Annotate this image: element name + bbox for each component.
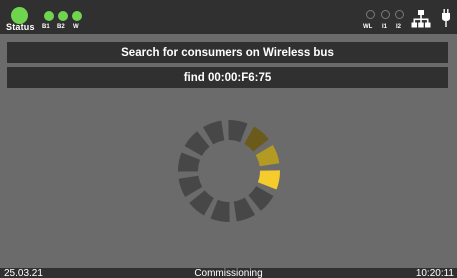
b1-indicator-icon (44, 11, 54, 21)
spinner-segment (178, 175, 203, 198)
footer-mode: Commissioning (194, 268, 263, 278)
b1-label: B1 (42, 24, 50, 30)
wl-indicator-icon (366, 10, 375, 19)
b2-indicator-icon (58, 11, 68, 21)
wl-label: WL (363, 24, 373, 30)
spinner-segment (255, 144, 280, 167)
w-label: W (73, 24, 79, 30)
w-indicator-icon (72, 11, 82, 21)
i1-label: I1 (382, 24, 388, 30)
top-status-bar: Status B1 B2 W WL I1 I2 (0, 0, 457, 34)
i1-indicator-icon (381, 10, 390, 19)
spinner-segment (257, 170, 281, 190)
spinner-segment (228, 119, 248, 143)
spinner-segment (248, 186, 274, 211)
loading-spinner-icon (177, 119, 281, 223)
find-message-banner: find 00:00:F6:75 (7, 67, 448, 88)
b2-label: B2 (57, 24, 65, 30)
spinner-segment (177, 152, 201, 172)
spinner-segment (244, 126, 269, 152)
spinner-segment (202, 120, 225, 145)
spinner-segment (184, 131, 210, 156)
spinner-segment (210, 199, 230, 223)
footer-bar: 25.03.21 Commissioning 10:20:11 (0, 268, 457, 278)
status-label: Status (6, 22, 35, 32)
search-message-banner: Search for consumers on Wireless bus (7, 42, 448, 63)
network-icon[interactable] (411, 9, 431, 29)
spinner-segment (189, 190, 214, 216)
plug-icon[interactable] (441, 9, 451, 27)
i2-label: I2 (396, 24, 402, 30)
spinner-segment (233, 197, 256, 222)
i2-indicator-icon (395, 10, 404, 19)
footer-time: 10:20:11 (415, 268, 454, 278)
